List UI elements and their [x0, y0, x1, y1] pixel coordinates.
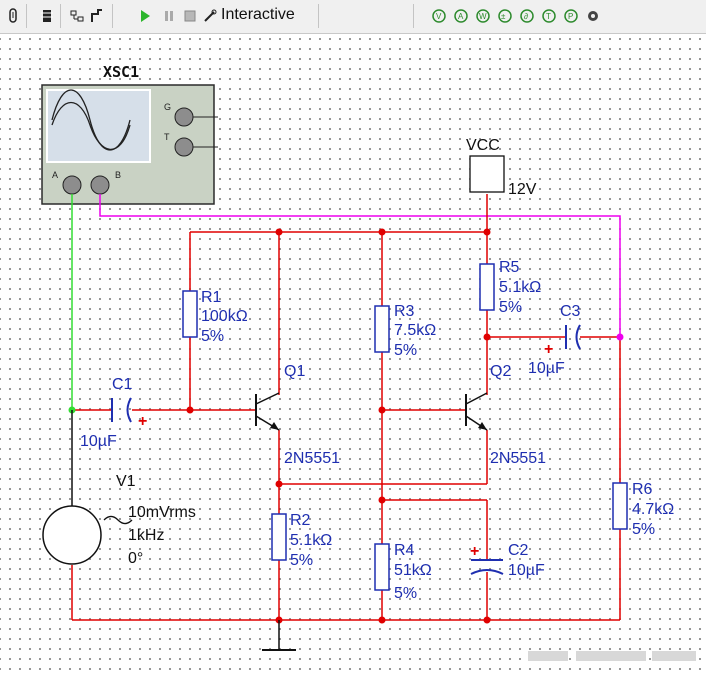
c2-value: 10µF	[508, 562, 545, 579]
r1-name: R1	[201, 289, 222, 306]
v1-amplitude: 10mVrms	[128, 504, 196, 521]
status-text-blurred	[528, 651, 568, 661]
terminal-b-label: B	[115, 170, 121, 180]
r1-tolerance: 5%	[201, 328, 224, 345]
transistor-q2[interactable]: Q2 2N5551	[465, 363, 546, 467]
r3-tolerance: 5%	[394, 342, 417, 359]
probe-wire-output[interactable]	[99, 194, 621, 337]
r4-tolerance: 5%	[394, 585, 417, 602]
r1-value: 100kΩ	[201, 308, 248, 325]
resistor-r4[interactable]: R4 51kΩ 5%	[374, 542, 432, 602]
resistor-r3[interactable]: R3 7.5kΩ 5%	[374, 303, 436, 359]
r6-value: 4.7kΩ	[632, 501, 674, 518]
r4-name: R4	[394, 542, 415, 559]
capacitor-c3[interactable]: + C3 10µF	[528, 303, 581, 377]
ground-symbol[interactable]	[262, 620, 296, 651]
status-text-blurred	[576, 651, 646, 661]
terminal-a-label: A	[52, 170, 58, 180]
c3-value: 10µF	[528, 360, 565, 377]
v1-frequency: 1kHz	[128, 527, 164, 544]
q2-model: 2N5551	[490, 450, 546, 467]
capacitor-c2[interactable]: + C2 10µF	[470, 542, 545, 579]
capacitor-c1[interactable]: + C1 10µF	[80, 376, 147, 450]
r5-tolerance: 5%	[499, 299, 522, 316]
status-text-blurred	[652, 651, 696, 661]
vcc-value: 12V	[508, 181, 537, 198]
r5-name: R5	[499, 259, 520, 276]
r2-tolerance: 5%	[290, 552, 313, 569]
svg-text:+: +	[544, 341, 553, 358]
terminal-t-label: T	[164, 132, 170, 142]
c3-name: C3	[560, 303, 581, 320]
r3-name: R3	[394, 303, 415, 320]
r6-tolerance: 5%	[632, 521, 655, 538]
svg-text:+: +	[138, 413, 147, 430]
circuit-wires[interactable]	[71, 194, 621, 621]
resistor-r2[interactable]: R2 5.1kΩ 5%	[271, 512, 332, 569]
resistor-r6[interactable]: R6 4.7kΩ 5%	[612, 481, 674, 538]
q2-name: Q2	[490, 363, 511, 380]
r6-name: R6	[632, 481, 653, 498]
v1-phase: 0°	[128, 550, 143, 567]
resistor-r5[interactable]: R5 5.1kΩ 5%	[479, 259, 541, 316]
vcc-label: VCC	[466, 137, 500, 154]
q1-name: Q1	[284, 363, 305, 380]
terminal-g-label: G	[164, 102, 171, 112]
v1-name: V1	[116, 473, 136, 490]
oscilloscope-xsc1[interactable]: XSC1 G T A B	[41, 63, 218, 205]
c2-name: C2	[508, 542, 529, 559]
q1-model: 2N5551	[284, 450, 340, 467]
resistor-r1[interactable]: R1 100kΩ 5%	[182, 289, 248, 345]
schematic-drawing: XSC1 G T A B VCC 12V R1 100kΩ 5% R3 7.5k…	[41, 63, 674, 651]
c1-value: 10µF	[80, 433, 117, 450]
ac-source-v1[interactable]: V1 10mVrms 1kHz 0°	[42, 410, 196, 567]
r3-value: 7.5kΩ	[394, 322, 436, 339]
oscilloscope-label: XSC1	[103, 63, 139, 81]
r5-value: 5.1kΩ	[499, 279, 541, 296]
transistor-q1[interactable]: Q1 2N5551	[255, 363, 340, 467]
r2-name: R2	[290, 512, 311, 529]
c1-name: C1	[112, 376, 133, 393]
r2-value: 5.1kΩ	[290, 532, 332, 549]
r4-value: 51kΩ	[394, 562, 432, 579]
vcc-supply[interactable]: VCC 12V	[466, 137, 537, 198]
svg-text:+: +	[470, 543, 479, 560]
